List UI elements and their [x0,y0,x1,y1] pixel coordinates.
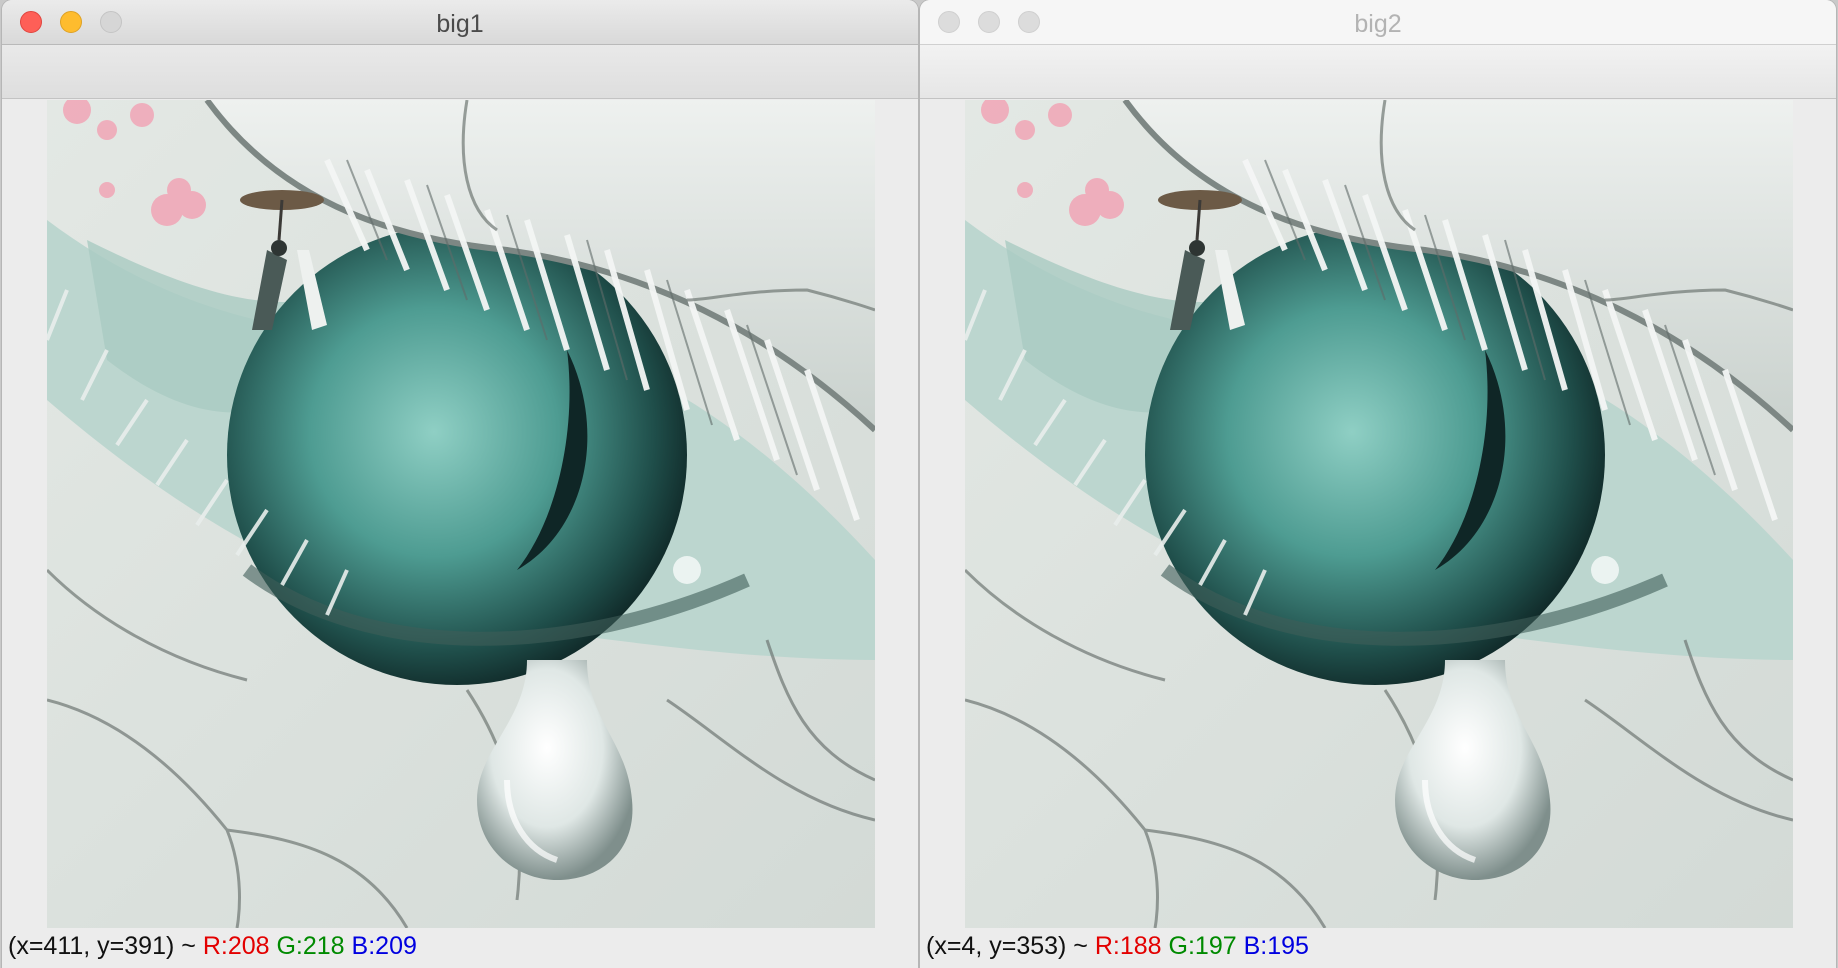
title-bar[interactable]: big1 [2,0,918,45]
image-window-big2: big2 (x=4, y=353) ~ R:188 G:197 B:195 [920,0,1836,968]
toolbar [920,45,1836,99]
red-channel-value: R:208 [202,932,270,960]
window-title: big1 [436,10,484,38]
window-title: big2 [1354,10,1402,38]
eye-image[interactable] [965,100,1793,928]
blue-channel-value: B:195 [1243,932,1309,960]
image-canvas[interactable] [965,100,1793,928]
green-channel-value: G:218 [276,932,345,960]
toolbar [2,45,918,99]
eye-image[interactable] [47,100,875,928]
cursor-coordinates: (x=411, y=391) ~ [8,932,196,960]
green-channel-value: G:197 [1168,932,1237,960]
image-window-big1: big1 (x=411, y=391) ~ R:208 G:218 B:209 [2,0,918,968]
image-canvas[interactable] [47,100,875,928]
pixel-status-bar: (x=4, y=353) ~ R:188 G:197 B:195 [926,932,1309,962]
pixel-status-bar: (x=411, y=391) ~ R:208 G:218 B:209 [8,932,417,962]
blue-channel-value: B:209 [351,932,417,960]
title-bar[interactable]: big2 [920,0,1836,45]
cursor-coordinates: (x=4, y=353) ~ [926,932,1088,960]
red-channel-value: R:188 [1094,932,1162,960]
